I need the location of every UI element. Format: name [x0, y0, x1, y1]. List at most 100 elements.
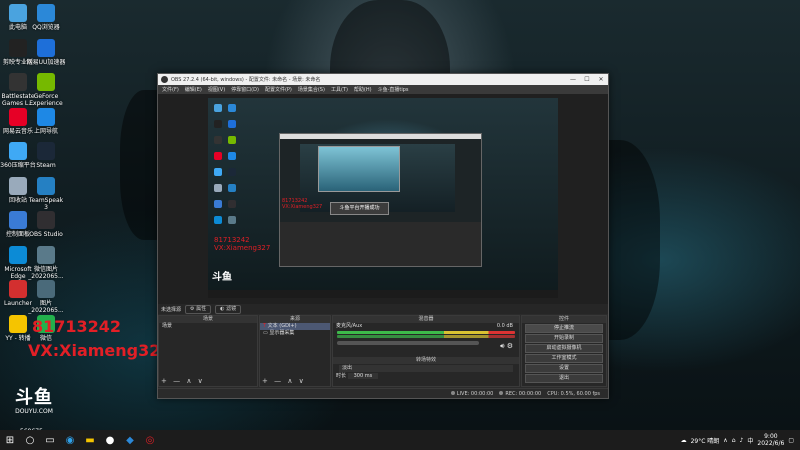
speaker-icon[interactable]: 🔊︎ ⚙ — [500, 342, 513, 351]
obs-preview[interactable]: 81713242 VX:Xiameng327 斗鱼平台开播成功 81713242… — [158, 94, 608, 304]
app-icon — [37, 107, 55, 126]
desktop-icon[interactable]: QQ浏览器 — [26, 4, 66, 31]
menu-item[interactable]: 停靠窗口(D) — [231, 86, 259, 93]
obs-titlebar[interactable]: OBS 27.2.4 (64-bit, windows) - 配置文件: 未命名… — [158, 74, 608, 85]
preview-icon — [228, 152, 236, 160]
menu-item[interactable]: 视图(V) — [208, 86, 225, 93]
menu-item[interactable]: 编辑(E) — [185, 86, 202, 93]
volume-slider[interactable] — [337, 341, 479, 345]
control-button[interactable]: 工作室模式 — [525, 354, 603, 363]
menu-item[interactable]: 斗鱼-直播tips — [378, 86, 409, 93]
app-icon — [9, 314, 27, 333]
clock[interactable]: 9:00 2022/6/6 — [757, 433, 784, 447]
scene-item[interactable]: 场景 — [159, 323, 257, 330]
weather-icon[interactable]: ☁ — [681, 437, 687, 444]
desktop-icon-label: Steam — [36, 162, 56, 169]
overlay-wechat-id: VX:Xiameng327 — [28, 341, 172, 360]
volume-icon[interactable]: ♪ — [740, 437, 744, 444]
system-tray: ☁ 29°C 晴朗 ∧ ⌂ ♪ 中 9:00 2022/6/6 ▢ — [681, 433, 800, 447]
control-button[interactable]: 开始录制 — [525, 334, 603, 343]
desktop-icon[interactable]: GeForce Experience — [26, 73, 66, 107]
mixer-track: 麦克风/Aux 0.0 dB — [336, 323, 513, 329]
network-icon[interactable]: ⌂ — [732, 437, 736, 444]
transition-select[interactable]: 淡出 — [339, 365, 513, 372]
controls-dock: 控件 停止推流 开始录制 启动虚拟摄像机 工作室模式 设置 退出 — [521, 315, 607, 387]
obs-app-icon — [161, 76, 168, 83]
sources-dock-toolbar[interactable]: + — ∧ ∨ — [260, 377, 330, 386]
desktop-wallpaper: 此电脑 QQ浏览器 剪映专业版 网易UU加速器 Battlestate Games L.… — [0, 0, 800, 430]
mixer-dock-title: 混音器 — [333, 316, 519, 323]
obs-docks: 场景 场景 + — ∧ ∨ 来源 T 文本 (GDI+) ▭ 显示器采集 + —… — [158, 315, 608, 387]
rec-indicator-icon — [499, 390, 504, 395]
preview-icon — [214, 136, 222, 144]
windows-start-icon[interactable]: ⊞ — [0, 430, 20, 450]
input-language[interactable]: 中 — [747, 436, 753, 445]
app-icon — [37, 245, 55, 264]
tray-chevron-icon[interactable]: ∧ — [723, 437, 727, 444]
explorer-icon[interactable]: ▬ — [80, 430, 100, 450]
source-item-display[interactable]: ▭ 显示器采集 — [260, 330, 330, 337]
close-icon[interactable]: ✕ — [594, 76, 608, 83]
preview-taskbar — [208, 290, 558, 298]
obs-menubar: 文件(F) 编辑(E) 视图(V) 停靠窗口(D) 配置文件(P) 场景集合(S) 工具(T… — [158, 85, 608, 94]
app-icon — [37, 280, 55, 298]
task-view-icon[interactable]: ▭ — [40, 430, 60, 450]
desktop-icon-label: 图片_2022065... — [28, 300, 64, 314]
weather-text[interactable]: 29°C 晴朗 — [691, 436, 720, 445]
desktop-icon-label: GeForce Experience — [29, 93, 63, 107]
nested-preview-inner — [318, 146, 400, 192]
overlay-qq-number: 81713242 — [32, 317, 122, 336]
source-item-text[interactable]: T 文本 (GDI+) — [260, 323, 330, 330]
mixer-dock: 混音器 麦克风/Aux 0.0 dB 🔊︎ ⚙ 转场特效 淡出 时长 300 m… — [332, 315, 520, 387]
app-icon — [9, 142, 27, 160]
menu-item[interactable]: 场景集合(S) — [298, 86, 325, 93]
control-button[interactable]: 退出 — [525, 374, 603, 383]
search-icon[interactable]: ○ — [20, 430, 40, 450]
desktop-icon-label: OBS Studio — [29, 231, 63, 238]
desktop-icon[interactable]: OBS Studio — [26, 211, 66, 238]
desktop-icon[interactable]: 网易UU加速器 — [26, 38, 66, 66]
preview-icon — [214, 200, 222, 208]
controls-button-list: 停止推流 开始录制 启动虚拟摄像机 工作室模式 设置 退出 — [522, 324, 606, 383]
menu-item[interactable]: 文件(F) — [162, 86, 179, 93]
rec-status: REC: 00:00:00 — [499, 390, 541, 397]
app-icon — [37, 4, 55, 22]
desktop-icon[interactable]: 微信图片_2022065... — [26, 245, 66, 280]
control-button[interactable]: 启动虚拟摄像机 — [525, 344, 603, 353]
edge-browser-icon[interactable]: ◉ — [60, 430, 80, 450]
preview-icon — [228, 200, 236, 208]
transitions-dock-title: 转场特效 — [333, 357, 519, 364]
control-button[interactable]: 设置 — [525, 364, 603, 373]
notification-icon[interactable]: ▢ — [788, 437, 794, 444]
control-button[interactable]: 停止推流 — [525, 324, 603, 333]
record-taskbar-icon[interactable]: ◎ — [140, 430, 160, 450]
desktop-icon[interactable]: Steam — [26, 142, 66, 169]
menu-item[interactable]: 配置文件(P) — [265, 86, 292, 93]
preview-icon — [228, 120, 236, 128]
minimize-icon[interactable]: — — [566, 76, 580, 83]
cpu-status: CPU: 0.5%, 60.00 fps — [547, 390, 600, 397]
scenes-dock-toolbar[interactable]: + — ∧ ∨ — [159, 377, 257, 386]
obs-taskbar-icon[interactable]: ● — [100, 430, 120, 450]
desktop-icon[interactable]: 上网导航 — [26, 107, 66, 135]
menu-item[interactable]: 帮助(H) — [354, 86, 372, 93]
app-taskbar-icon[interactable]: ◆ — [120, 430, 140, 450]
menu-item[interactable]: 工具(T) — [331, 86, 348, 93]
app-icon — [9, 38, 27, 57]
desktop-icon[interactable]: TeamSpeak 3 — [26, 176, 66, 211]
transition-duration[interactable]: 时长 300 ms — [333, 373, 519, 380]
preview-red-text: 81713242 VX:Xiameng327 — [214, 236, 271, 252]
preview-icon — [228, 136, 236, 144]
nested-red-text: 81713242 VX:Xiameng327 — [282, 198, 323, 210]
text-source-icon: T — [263, 323, 267, 329]
obs-window[interactable]: OBS 27.2.4 (64-bit, windows) - 配置文件: 未命名… — [157, 73, 609, 399]
nested-obs-capture: 81713242 VX:Xiameng327 斗鱼平台开播成功 — [279, 133, 482, 267]
preview-douyu-logo: 斗鱼 — [212, 272, 232, 283]
preview-icon — [214, 104, 222, 112]
preview-capture: 81713242 VX:Xiameng327 斗鱼平台开播成功 81713242… — [208, 98, 558, 298]
filters-button[interactable]: ◐ 滤镜 — [215, 304, 242, 314]
properties-button[interactable]: ⚙ 属性 — [185, 304, 212, 314]
maximize-icon[interactable]: ☐ — [580, 76, 594, 83]
desktop-icon[interactable]: 图片_2022065... — [26, 280, 66, 314]
app-icon — [37, 176, 55, 195]
